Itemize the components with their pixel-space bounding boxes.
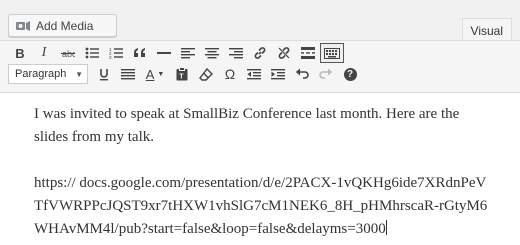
undo-button[interactable]: [290, 64, 314, 84]
editor: B I abc 123 Paragraph ▼ A ▼ T Ω ? I was …: [0, 40, 520, 245]
toolbar-row-2: Paragraph ▼ A ▼ T Ω ?: [8, 64, 362, 84]
chevron-down-icon: ▼: [75, 69, 83, 79]
align-center-icon: [205, 48, 219, 59]
blockquote-icon: [134, 48, 145, 57]
align-justify-button[interactable]: [116, 64, 140, 84]
align-left-icon: [181, 48, 195, 59]
bulleted-list-icon: [85, 47, 99, 59]
text-color-label: A: [145, 66, 155, 82]
toolbar-toggle-button[interactable]: [320, 43, 344, 63]
undo-icon: [295, 68, 309, 79]
strikethrough-icon: abc: [61, 49, 75, 59]
chevron-down-icon: ▼: [157, 70, 165, 78]
horizontal-line-icon: [157, 52, 171, 54]
add-media-button[interactable]: Add Media: [8, 14, 117, 37]
toolbar-row-1: B I abc 123: [8, 43, 344, 63]
align-right-icon: [229, 48, 243, 59]
special-character-button[interactable]: Ω: [218, 64, 242, 84]
underline-button[interactable]: [92, 64, 116, 84]
format-select-value: Paragraph: [15, 68, 67, 80]
redo-icon: [319, 68, 333, 79]
insert-link-button[interactable]: [248, 43, 272, 63]
content-paragraph-2: https:// docs.google.com/presentation/d/…: [34, 172, 492, 241]
link-icon: [254, 47, 266, 59]
help-button[interactable]: ?: [338, 64, 362, 84]
text-color-button[interactable]: A ▼: [140, 64, 170, 84]
help-icon: ?: [343, 67, 357, 81]
italic-button[interactable]: I: [32, 43, 56, 63]
horizontal-line-button[interactable]: [152, 43, 176, 63]
svg-text:T: T: [179, 74, 184, 81]
redo-button[interactable]: [314, 64, 338, 84]
clear-formatting-button[interactable]: [194, 64, 218, 84]
numbered-list-button[interactable]: 123: [104, 43, 128, 63]
remove-link-button[interactable]: [272, 43, 296, 63]
outdent-icon: [247, 69, 261, 80]
editor-tabs: Visual: [461, 18, 512, 42]
underline-icon: [100, 68, 108, 80]
unlink-icon: [278, 47, 290, 59]
bulleted-list-button[interactable]: [80, 43, 104, 63]
keyboard-icon: [324, 47, 340, 59]
align-justify-icon: [121, 69, 135, 80]
clipboard-icon: T: [176, 67, 188, 81]
align-center-button[interactable]: [200, 43, 224, 63]
strikethrough-button[interactable]: abc: [56, 43, 80, 63]
svg-text:3: 3: [109, 55, 112, 59]
decrease-indent-button[interactable]: [242, 64, 266, 84]
tab-visual[interactable]: Visual: [461, 18, 512, 42]
align-right-button[interactable]: [224, 43, 248, 63]
blockquote-button[interactable]: [128, 43, 152, 63]
editor-content[interactable]: I was invited to speak at SmallBiz Confe…: [0, 93, 520, 245]
paste-as-text-button[interactable]: T: [170, 64, 194, 84]
indent-icon: [271, 69, 285, 80]
bold-button[interactable]: B: [8, 43, 32, 63]
editor-toolbar: B I abc 123 Paragraph ▼ A ▼ T Ω ?: [0, 41, 520, 93]
align-left-button[interactable]: [176, 43, 200, 63]
embed-url-text: https:// docs.google.com/presentation/d/…: [34, 175, 488, 237]
increase-indent-button[interactable]: [266, 64, 290, 84]
format-select[interactable]: Paragraph ▼: [8, 64, 88, 84]
read-more-icon: [301, 47, 315, 59]
eraser-icon: [199, 67, 213, 81]
media-icon: [15, 18, 31, 34]
insert-read-more-button[interactable]: [296, 43, 320, 63]
text-cursor: [385, 220, 387, 235]
content-paragraph-1: I was invited to speak at SmallBiz Confe…: [34, 106, 460, 145]
numbered-list-icon: 123: [109, 47, 123, 59]
add-media-label: Add Media: [36, 18, 94, 33]
